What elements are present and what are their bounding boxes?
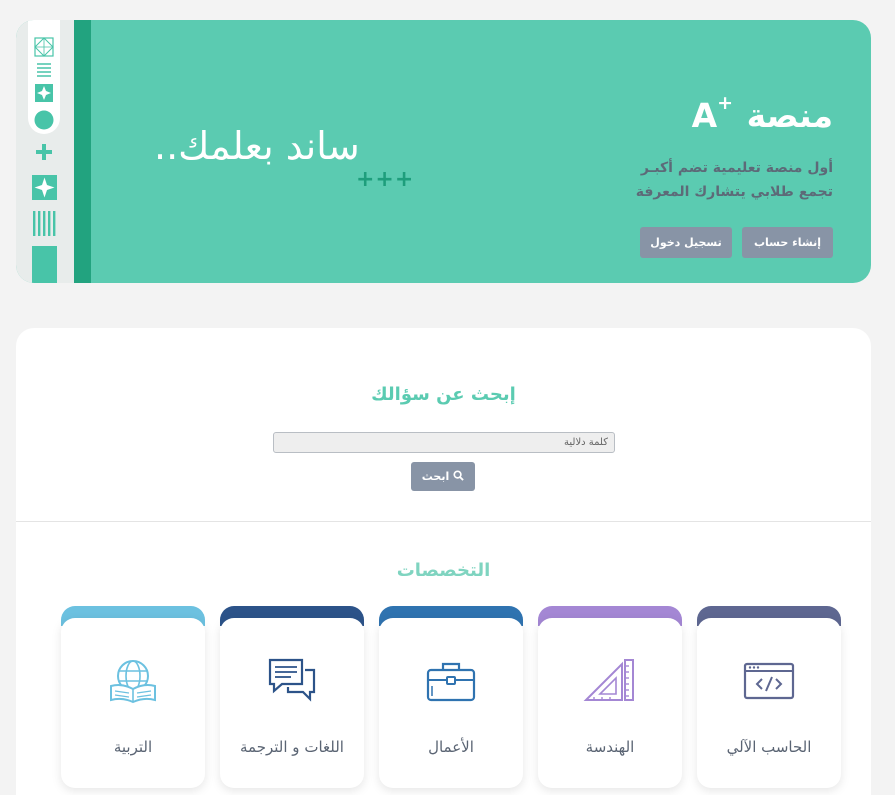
hero-banner: منصة A+ أول منصة تعليمية تضم أكبـر تجمع …	[16, 20, 871, 283]
main-card: إبحث عن سؤالك ابحث التخصصات الحاسب الآلي…	[16, 328, 871, 795]
hero-slogan: ساند بعلمك..	[154, 124, 360, 168]
spec-label: الهندسة	[585, 738, 635, 756]
accent-strip	[74, 20, 91, 283]
chat-bubbles-icon	[264, 656, 320, 706]
search-input[interactable]	[273, 432, 615, 453]
spec-card-business[interactable]: الأعمال	[379, 606, 523, 788]
spec-card-body: التربية	[61, 618, 205, 788]
pattern-square-icon	[34, 37, 54, 57]
signup-button[interactable]: إنشاء حساب	[742, 227, 833, 258]
rail-block	[32, 246, 57, 283]
search-button-label: ابحث	[421, 470, 450, 483]
plus-icon	[34, 142, 54, 162]
search-icon	[453, 469, 464, 484]
globe-book-icon	[105, 656, 161, 706]
section-divider	[16, 521, 871, 522]
briefcase-icon	[423, 656, 479, 706]
sparkle-square-icon	[34, 83, 54, 103]
hero-description-line-2: تجمع طلابي يتشارك المعرفة	[635, 184, 833, 200]
spec-label: الأعمال	[428, 738, 474, 756]
spec-card-body: الأعمال	[379, 618, 523, 788]
bars-icon	[32, 211, 57, 236]
hero-description-line-1: أول منصة تعليمية تضم أكبـر	[640, 160, 833, 176]
spec-label: الحاسب الآلي	[726, 738, 812, 756]
platform-title-text: منصة	[746, 96, 833, 135]
decorative-rail	[16, 20, 74, 283]
search-heading: إبحث عن سؤالك	[371, 384, 516, 405]
login-button[interactable]: تسجيل دخول	[640, 227, 732, 258]
ruler-triangle-icon	[582, 656, 638, 706]
spec-label: التربية	[113, 738, 153, 756]
search-button[interactable]: ابحث	[411, 462, 475, 491]
code-window-icon	[741, 656, 797, 706]
plus-decoration: +++	[356, 167, 415, 192]
spec-card-computer[interactable]: الحاسب الآلي	[697, 606, 841, 788]
platform-title: منصة A+	[691, 92, 833, 135]
sparkle-block-icon	[32, 175, 57, 200]
spec-card-body: الحاسب الآلي	[697, 618, 841, 788]
spec-card-engineering[interactable]: الهندسة	[538, 606, 682, 788]
circle-icon	[34, 110, 54, 130]
specializations-heading: التخصصات	[396, 560, 491, 581]
lines-icon	[34, 60, 54, 80]
spec-card-languages[interactable]: اللغات و الترجمة	[220, 606, 364, 788]
spec-card-body: اللغات و الترجمة	[220, 618, 364, 788]
spec-card-body: الهندسة	[538, 618, 682, 788]
spec-card-education[interactable]: التربية	[61, 606, 205, 788]
platform-mark: A+	[691, 92, 734, 135]
spec-label: اللغات و الترجمة	[240, 738, 344, 756]
